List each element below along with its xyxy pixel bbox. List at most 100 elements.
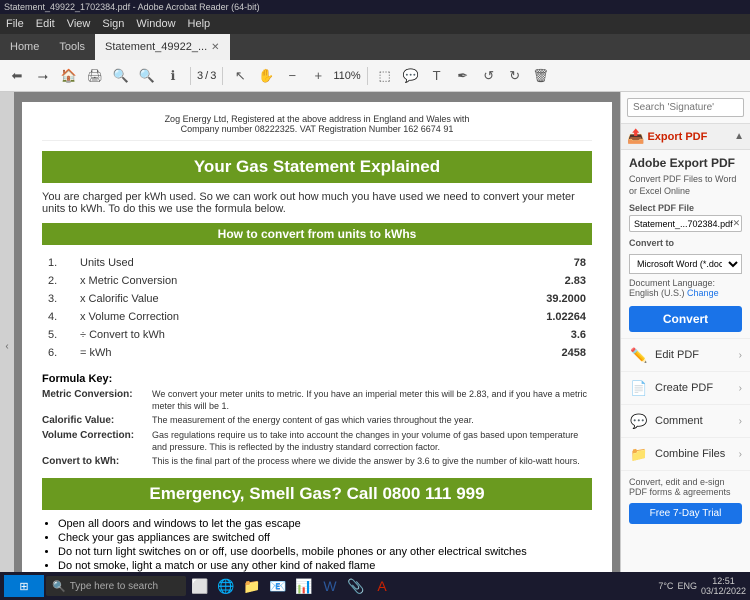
list-item: Do not smoke, light a match or use any o… <box>58 560 592 572</box>
text-tool[interactable]: T <box>426 65 448 87</box>
language: ENG <box>677 581 697 591</box>
edge-icon[interactable]: 🌐 <box>214 574 238 598</box>
start-button[interactable]: ⊞ <box>4 575 44 597</box>
zoom-level: 110% <box>333 70 360 82</box>
list-item: Open all doors and windows to let the ga… <box>58 518 592 530</box>
tab-home[interactable]: Home <box>0 34 49 60</box>
clock: 12:51 03/12/2022 <box>701 576 746 596</box>
menu-sign[interactable]: Sign <box>102 18 124 30</box>
menu-file[interactable]: File <box>6 18 24 30</box>
pdf-viewer[interactable]: Zog Energy Ltd, Registered at the above … <box>14 92 620 600</box>
nav-forward-button[interactable]: ⭢ <box>32 65 54 87</box>
company-line2: Company number 08222325. VAT Registratio… <box>42 124 592 134</box>
trial-button[interactable]: Free 7-Day Trial <box>629 503 742 524</box>
conversion-table: 1.Units Used782.x Metric Conversion2.833… <box>42 253 592 363</box>
menu-window[interactable]: Window <box>136 18 175 30</box>
zoom-out-button[interactable]: 🔍 <box>110 65 132 87</box>
table-row: 3.x Calorific Value39.2000 <box>44 291 590 307</box>
chevron-right-icon: › <box>739 416 742 427</box>
date-display: 03/12/2022 <box>701 586 746 596</box>
explorer-icon[interactable]: 📁 <box>240 574 264 598</box>
chevron-right-icon: › <box>739 383 742 394</box>
side-panel: 📤 Export PDF ▲ Adobe Export PDF Convert … <box>620 92 750 600</box>
search-signature-section <box>627 98 744 117</box>
info-button[interactable]: ℹ <box>162 65 184 87</box>
convert-to-select[interactable]: Microsoft Word (*.docx) <box>629 254 742 274</box>
pdf-page: Zog Energy Ltd, Registered at the above … <box>22 102 612 600</box>
divider3 <box>367 67 368 85</box>
formula-row: Metric Conversion:We convert your meter … <box>42 389 592 412</box>
panel-tool-row[interactable]: 📄Create PDF› <box>621 372 750 405</box>
acrobat-icon[interactable]: A <box>370 574 394 598</box>
system-tray: 7°C ENG 12:51 03/12/2022 <box>658 576 746 596</box>
file-name: Statement_...702384.pdf <box>634 219 733 229</box>
list-item: Do not turn light switches on or off, us… <box>58 546 592 558</box>
table-row: 5.÷ Convert to kWh3.6 <box>44 327 590 343</box>
menu-view[interactable]: View <box>67 18 91 30</box>
trial-section: Convert, edit and e-sign PDF forms & agr… <box>621 471 750 530</box>
search-text: Type here to search <box>70 581 158 592</box>
tab-bar: Home Tools Statement_49922_... ✕ <box>0 34 750 60</box>
delete-button[interactable]: 🗑 <box>530 65 552 87</box>
trial-text: Convert, edit and e-sign PDF forms & agr… <box>629 477 742 497</box>
home-button[interactable]: 🏠 <box>58 65 80 87</box>
chevron-right-icon: › <box>739 449 742 460</box>
nav-back-button[interactable]: ⬅ <box>6 65 28 87</box>
change-language-link[interactable]: Change <box>687 288 719 298</box>
windows-search[interactable]: 🔍 Type here to search <box>46 576 186 596</box>
table-row: 4.x Volume Correction1.02264 <box>44 309 590 325</box>
conversion-subheader: How to convert from units to kWhs <box>42 223 592 245</box>
print-button[interactable]: 🖨 <box>84 65 106 87</box>
pen-tool[interactable]: ✒ <box>452 65 474 87</box>
panel-tool-row[interactable]: 📁Combine Files› <box>621 438 750 471</box>
file-label: Select PDF File <box>629 203 742 213</box>
word-icon[interactable]: W <box>318 574 342 598</box>
redo-button[interactable]: ↻ <box>504 65 526 87</box>
formula-row: Convert to kWh:This is the final part of… <box>42 456 592 468</box>
zoom-in-button[interactable]: 🔍 <box>136 65 158 87</box>
undo-button[interactable]: ↺ <box>478 65 500 87</box>
tab-tools[interactable]: Tools <box>49 34 95 60</box>
menu-help[interactable]: Help <box>188 18 211 30</box>
chevron-right-icon: › <box>739 350 742 361</box>
select-tool[interactable]: ⬚ <box>374 65 396 87</box>
menu-bar: File Edit View Sign Window Help <box>0 14 750 34</box>
company-info: Zog Energy Ltd, Registered at the above … <box>42 114 592 141</box>
adobe-export-section: Adobe Export PDF Convert PDF Files to Wo… <box>621 150 750 339</box>
window-title: Statement_49922_1702384.pdf - Adobe Acro… <box>4 2 260 12</box>
formula-key-label: Formula Key: <box>42 373 592 385</box>
cursor-tool[interactable]: ↖ <box>229 65 251 87</box>
convert-button[interactable]: Convert <box>629 306 742 332</box>
left-sidebar-toggle[interactable]: ‹ <box>0 92 14 600</box>
panel-subtitle: Convert PDF Files to Word or Excel Onlin… <box>629 174 742 197</box>
menu-edit[interactable]: Edit <box>36 18 55 30</box>
app2-icon[interactable]: 📊 <box>292 574 316 598</box>
zoom-out-btn[interactable]: − <box>281 65 303 87</box>
formula-row: Volume Correction:Gas regulations requir… <box>42 430 592 453</box>
tab-close-button[interactable]: ✕ <box>211 42 219 53</box>
zoom-value: 110% <box>333 70 360 82</box>
intro-paragraph: You are charged per kWh used. So we can … <box>42 191 592 215</box>
bottom-taskbar: ⊞ 🔍 Type here to search ⬜ 🌐 📁 📧 📊 W 📎 A … <box>0 572 750 600</box>
hand-tool[interactable]: ✋ <box>255 65 277 87</box>
panel-tool-row[interactable]: ✏️Edit PDF› <box>621 339 750 372</box>
export-pdf-bar[interactable]: 📤 Export PDF ▲ <box>621 123 750 150</box>
search-signature-input[interactable] <box>627 98 744 117</box>
tab-document[interactable]: Statement_49922_... ✕ <box>95 34 230 60</box>
convert-to-label: Convert to <box>629 238 742 248</box>
panel-tool-row[interactable]: 💬Comment› <box>621 405 750 438</box>
page-navigation: 3 / 3 <box>197 70 216 82</box>
file-remove-button[interactable]: ✕ <box>733 218 741 229</box>
taskview-icon[interactable]: ⬜ <box>188 574 212 598</box>
emergency-header: Emergency, Smell Gas? Call 0800 111 999 <box>42 478 592 510</box>
app1-icon[interactable]: 📧 <box>266 574 290 598</box>
main-content: ‹ Zog Energy Ltd, Registered at the abov… <box>0 92 750 600</box>
time-display: 12:51 <box>701 576 746 586</box>
page-total: 3 <box>210 70 216 82</box>
app3-icon[interactable]: 📎 <box>344 574 368 598</box>
divider2 <box>222 67 223 85</box>
comment-tool[interactable]: 💬 <box>400 65 422 87</box>
page-sep: / <box>205 70 208 82</box>
table-row: 2.x Metric Conversion2.83 <box>44 273 590 289</box>
zoom-in-btn[interactable]: + <box>307 65 329 87</box>
